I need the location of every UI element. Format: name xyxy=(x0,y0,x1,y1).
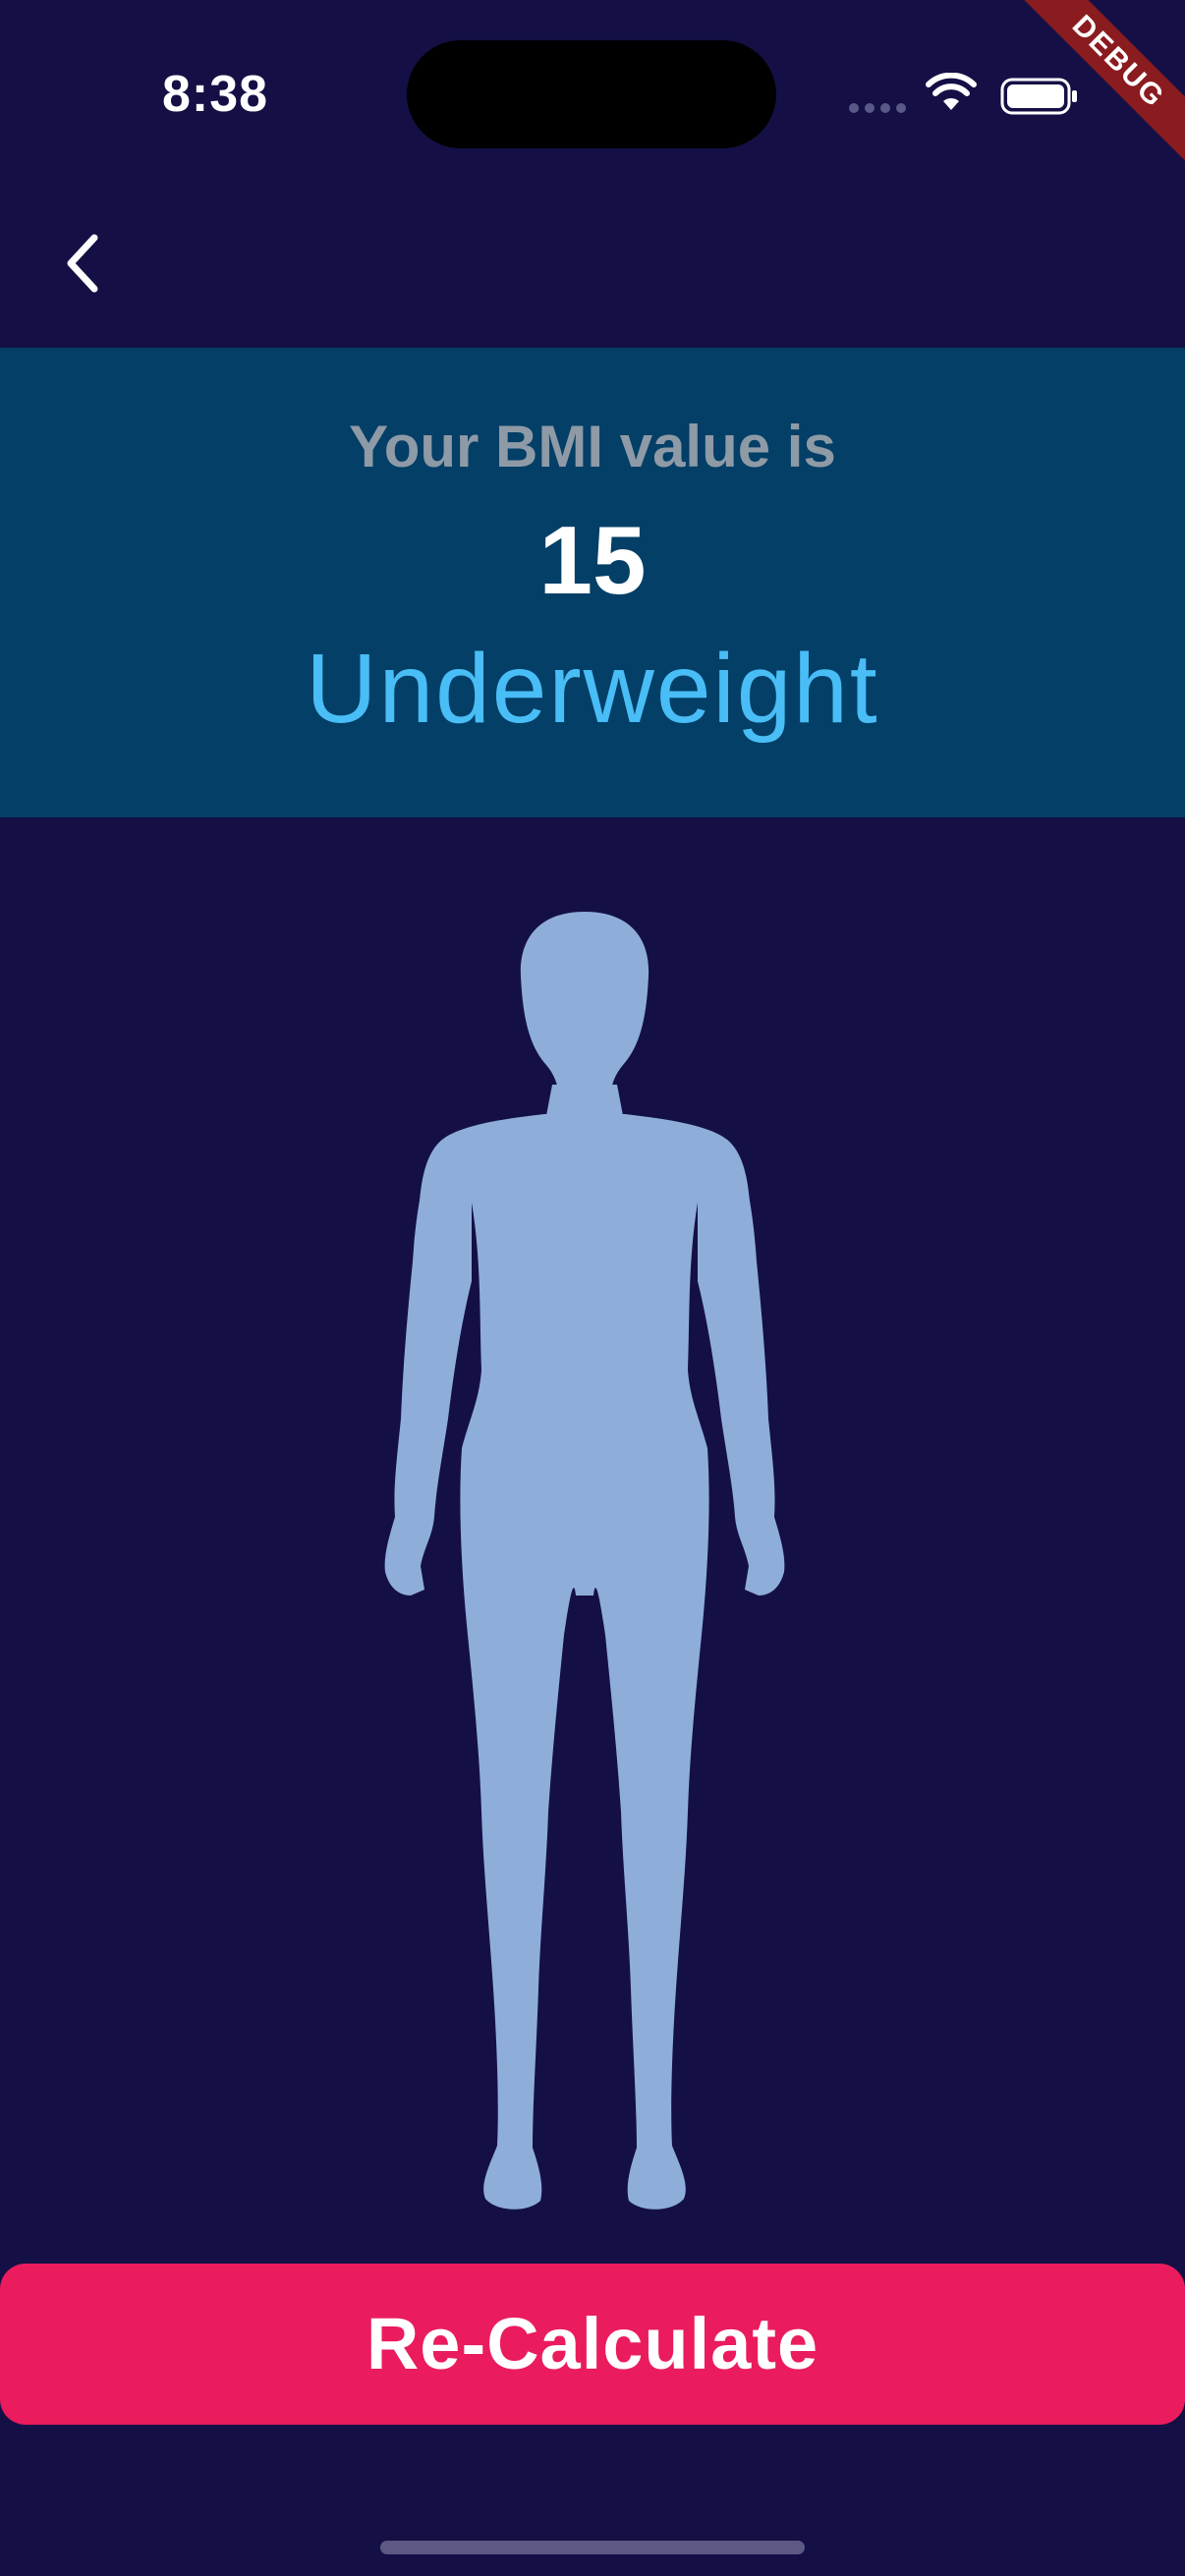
recalculate-button[interactable]: Re-Calculate xyxy=(0,2264,1185,2425)
cellular-signal-icon xyxy=(849,103,908,115)
bmi-value: 15 xyxy=(538,506,647,614)
wifi-icon xyxy=(926,73,977,110)
debug-banner-label: DEBUG xyxy=(1011,0,1185,169)
debug-banner: DEBUG xyxy=(1008,0,1185,177)
bmi-result-panel: Your BMI value is 15 Underweight xyxy=(0,348,1185,817)
back-button[interactable] xyxy=(47,222,118,305)
status-bar-time: 8:38 xyxy=(162,66,269,123)
bmi-category: Underweight xyxy=(306,634,879,744)
human-body-silhouette-icon xyxy=(384,912,785,2210)
home-indicator[interactable] xyxy=(380,2541,805,2554)
dynamic-island xyxy=(407,40,776,148)
chevron-left-icon xyxy=(67,234,98,293)
bmi-result-heading: Your BMI value is xyxy=(349,414,836,479)
